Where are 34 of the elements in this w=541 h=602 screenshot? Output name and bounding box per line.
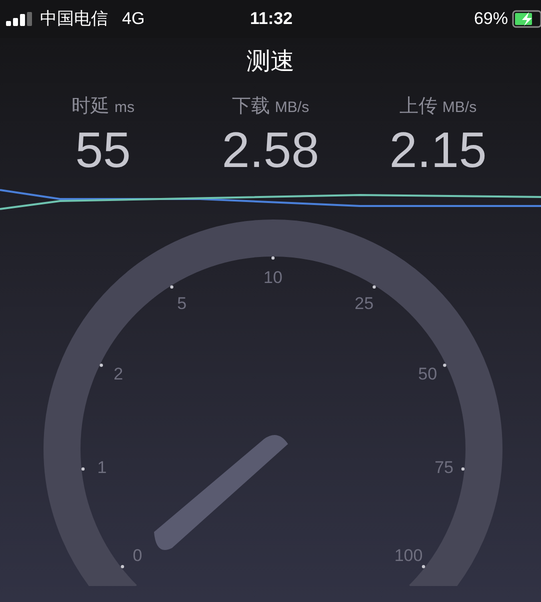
tick-dot [170, 284, 174, 288]
carrier-name: 中国电信 [40, 8, 108, 30]
stat-label: 上传 [399, 95, 438, 119]
tick-label: 75 [434, 457, 454, 476]
network-type: 4G [122, 8, 145, 30]
stat-value: 2.58 [222, 122, 320, 178]
stat-label: 下载 [232, 95, 270, 119]
stat-value: 2.15 [389, 122, 487, 178]
tick-dot [461, 466, 465, 470]
signal-icon [6, 12, 32, 26]
stat-label: 时延 [72, 95, 110, 119]
tick-label: 5 [177, 294, 187, 313]
tick-dot [120, 564, 124, 568]
tick-dot [422, 564, 426, 568]
tick-dot [100, 363, 103, 366]
tick-dot [443, 363, 446, 366]
tick-dot [372, 284, 376, 288]
charging-battery-icon [512, 10, 541, 28]
tick-dot [81, 466, 85, 470]
tick-label: 10 [264, 268, 282, 286]
tick-label: 1 [97, 457, 107, 476]
battery-percent: 69% [474, 8, 508, 30]
tick-label: 50 [418, 364, 438, 384]
clock-time: 11:32 [250, 8, 293, 30]
stat-unit: ms [114, 98, 134, 118]
tick-dot [271, 256, 275, 260]
tick-label: 0 [132, 545, 142, 564]
tick-label: 100 [394, 545, 423, 564]
tick-label: 2 [114, 364, 124, 384]
stat-unit: MB/s [274, 98, 310, 118]
stat-value: 55 [75, 122, 131, 178]
page-title: 测速 [246, 46, 294, 76]
stat-unit: MB/s [442, 98, 477, 118]
tick-label: 25 [354, 294, 374, 313]
